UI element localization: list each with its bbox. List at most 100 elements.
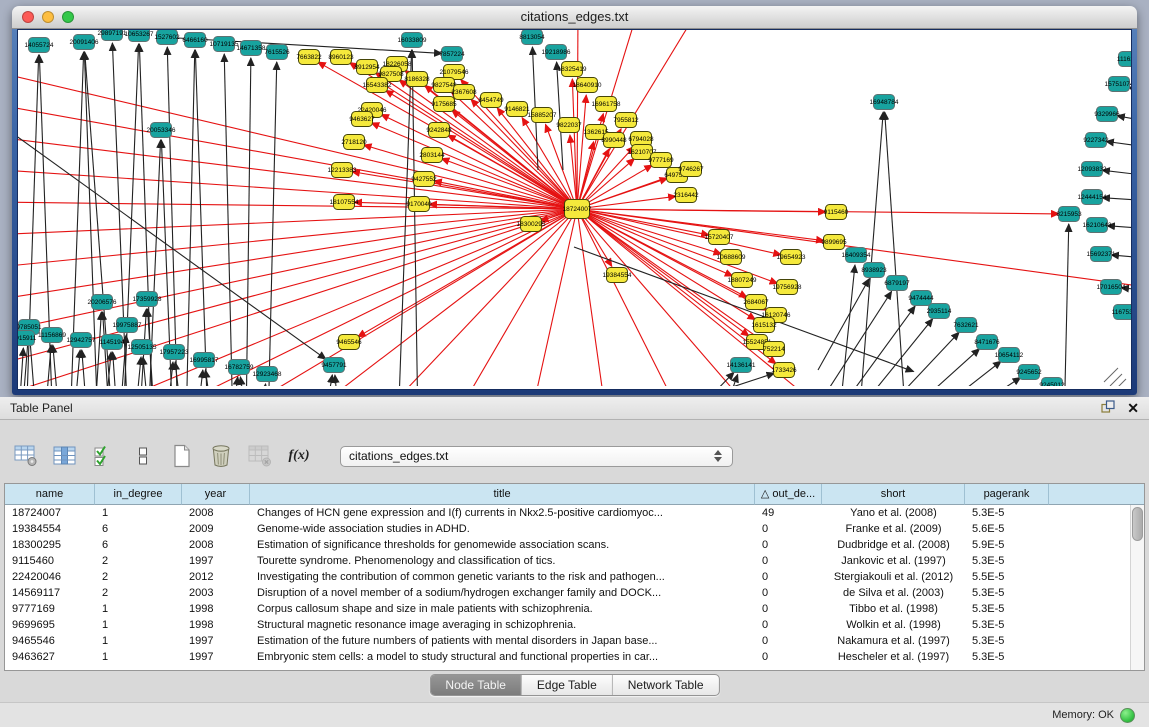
graph-node[interactable]: 752214 bbox=[763, 342, 785, 357]
graph-node[interactable]: 12923468 bbox=[253, 367, 282, 382]
graph-node[interactable]: 12213383 bbox=[328, 163, 357, 178]
graph-node[interactable]: 7663822 bbox=[296, 50, 322, 65]
graph-node[interactable]: 15720407 bbox=[705, 230, 734, 245]
graph-node[interactable]: 9245012 bbox=[1039, 378, 1065, 387]
graph-node[interactable]: 8813054 bbox=[519, 30, 545, 45]
graph-node[interactable]: 18107554 bbox=[330, 195, 359, 210]
graph-node[interactable]: 15692371 bbox=[1087, 247, 1116, 262]
graph-node[interactable]: 18724007 bbox=[563, 200, 592, 219]
table-row[interactable]: 977716911998Corpus callosum shape and si… bbox=[5, 601, 1144, 617]
graph-node[interactable]: 14136141 bbox=[727, 358, 756, 373]
graph-node[interactable]: 12444154 bbox=[1078, 190, 1107, 205]
graph-node[interactable]: 2935114 bbox=[927, 304, 952, 319]
graph-node[interactable]: 18325419 bbox=[558, 62, 587, 77]
graph-node[interactable]: 9463627 bbox=[349, 112, 375, 127]
graph-node[interactable]: 1145194 bbox=[100, 335, 125, 350]
graph-node[interactable]: 1116253 bbox=[1117, 52, 1131, 67]
graph-node[interactable]: 1733426 bbox=[771, 363, 797, 378]
graph-node[interactable]: 9474444 bbox=[908, 291, 934, 306]
graph-node[interactable]: 10688609 bbox=[717, 250, 746, 265]
zoom-button[interactable] bbox=[62, 11, 74, 23]
graph-node[interactable]: 19975887 bbox=[113, 318, 142, 333]
graph-node[interactable]: 17957223 bbox=[160, 345, 189, 360]
graph-node[interactable]: 9146821 bbox=[504, 102, 530, 117]
graph-node[interactable]: 12093832 bbox=[1078, 162, 1107, 177]
graph-node[interactable]: 10654112 bbox=[995, 348, 1024, 363]
graph-node[interactable]: 7857224 bbox=[439, 47, 465, 62]
column-header-year[interactable]: year bbox=[182, 484, 250, 505]
graph-node[interactable]: 9899695 bbox=[821, 235, 847, 250]
table-row[interactable]: 1830029562008Estimation of significance … bbox=[5, 537, 1144, 553]
graph-node[interactable]: 9777169 bbox=[648, 153, 674, 168]
table-row[interactable]: 1938455462009Genome-wide association stu… bbox=[5, 521, 1144, 537]
graph-node[interactable]: 9115460 bbox=[824, 205, 849, 220]
graph-node[interactable]: 20091406 bbox=[70, 35, 99, 50]
graph-node[interactable]: 29897191 bbox=[98, 30, 127, 41]
graph-node[interactable]: 16995817 bbox=[190, 353, 219, 368]
column-visibility-icon[interactable] bbox=[51, 442, 79, 470]
graph-node[interactable]: 9245652 bbox=[1016, 365, 1042, 380]
column-header-pagerank[interactable]: pagerank bbox=[965, 484, 1049, 505]
graph-node[interactable]: 19756928 bbox=[773, 280, 802, 295]
graph-node[interactable]: 9746267 bbox=[678, 162, 704, 177]
graph-node[interactable]: 2316442 bbox=[673, 188, 699, 203]
graph-node[interactable]: 1615132 bbox=[751, 318, 777, 333]
graph-node[interactable]: 17016504 bbox=[1097, 280, 1126, 295]
graph-node[interactable]: 16948784 bbox=[870, 95, 899, 110]
graph-node[interactable]: 14671358 bbox=[237, 41, 266, 56]
graph-node[interactable]: 8215953 bbox=[1056, 207, 1082, 222]
tab-edge-table[interactable]: Edge Table bbox=[522, 675, 613, 695]
graph-node[interactable]: 9175685 bbox=[431, 97, 457, 112]
graph-node[interactable]: 6879197 bbox=[884, 276, 910, 291]
graph-node[interactable]: 8938923 bbox=[861, 263, 887, 278]
graph-node[interactable]: 1527602 bbox=[154, 30, 180, 45]
network-view[interactable]: 1405572420091406298971911065326715276026… bbox=[17, 29, 1132, 390]
graph-node[interactable]: 8912954 bbox=[354, 60, 380, 75]
function-builder-icon[interactable]: f(x) bbox=[285, 442, 313, 470]
column-header-short[interactable]: short bbox=[822, 484, 965, 505]
graph-node[interactable]: 16033809 bbox=[398, 33, 427, 48]
table-row[interactable]: 2242004622012Investigating the contribut… bbox=[5, 569, 1144, 585]
table-mode-icon[interactable] bbox=[12, 442, 40, 470]
column-header-title[interactable]: title bbox=[250, 484, 755, 505]
graph-node[interactable]: 14055724 bbox=[25, 38, 54, 53]
graph-node[interactable]: 9457791 bbox=[321, 358, 347, 373]
table-row[interactable]: 1456911722003Disruption of a novel membe… bbox=[5, 585, 1144, 601]
create-column-icon[interactable] bbox=[168, 442, 196, 470]
select-columns-icon[interactable] bbox=[90, 442, 118, 470]
graph-node[interactable]: 12942757 bbox=[67, 333, 96, 348]
graph-node[interactable]: 20206576 bbox=[88, 295, 117, 310]
float-panel-icon[interactable] bbox=[1101, 400, 1115, 416]
memory-status-indicator[interactable] bbox=[1120, 708, 1135, 723]
close-button[interactable] bbox=[22, 11, 34, 23]
graph-node[interactable]: 6466160 bbox=[182, 33, 208, 48]
graph-node[interactable]: 9227342 bbox=[1083, 133, 1109, 148]
table-row[interactable]: 1872400712008Changes of HCN gene express… bbox=[5, 505, 1144, 521]
graph-node[interactable]: 2367608 bbox=[451, 85, 477, 100]
graph-node[interactable]: 20053346 bbox=[147, 123, 176, 138]
graph-node[interactable]: 9465546 bbox=[336, 335, 362, 350]
delete-column-icon[interactable] bbox=[207, 442, 235, 470]
graph-node[interactable]: 10719135 bbox=[210, 37, 239, 52]
graph-node[interactable]: 19218986 bbox=[542, 45, 571, 60]
graph-node[interactable]: 18300295 bbox=[517, 217, 546, 232]
table-row[interactable]: 946362711997Embryonic stem cells: a mode… bbox=[5, 649, 1144, 665]
graph-node[interactable]: 16409354 bbox=[842, 248, 871, 263]
column-header-in_degree[interactable]: in_degree bbox=[95, 484, 182, 505]
window-titlebar[interactable]: citations_edges.txt bbox=[12, 6, 1137, 29]
graph-node[interactable]: 7955812 bbox=[613, 113, 639, 128]
graph-node[interactable]: 8990448 bbox=[601, 133, 627, 148]
row-height-icon[interactable] bbox=[129, 442, 157, 470]
graph-node[interactable]: 17359928 bbox=[133, 292, 162, 307]
graph-node[interactable]: 11156869 bbox=[38, 328, 66, 343]
graph-node[interactable]: 9822037 bbox=[556, 118, 582, 133]
graph-node[interactable]: 10653267 bbox=[125, 30, 154, 42]
graph-node[interactable]: 16782759 bbox=[225, 360, 254, 375]
graph-node[interactable]: 18807249 bbox=[728, 273, 757, 288]
graph-node[interactable]: 15885207 bbox=[528, 108, 557, 123]
graph-node[interactable]: 2803144 bbox=[419, 148, 445, 163]
graph-node[interactable]: 16210643 bbox=[1083, 218, 1112, 233]
graph-node[interactable]: 8471676 bbox=[974, 335, 1000, 350]
column-header-name[interactable]: name bbox=[5, 484, 95, 505]
table-row[interactable]: 946554611997Estimation of the future num… bbox=[5, 633, 1144, 649]
